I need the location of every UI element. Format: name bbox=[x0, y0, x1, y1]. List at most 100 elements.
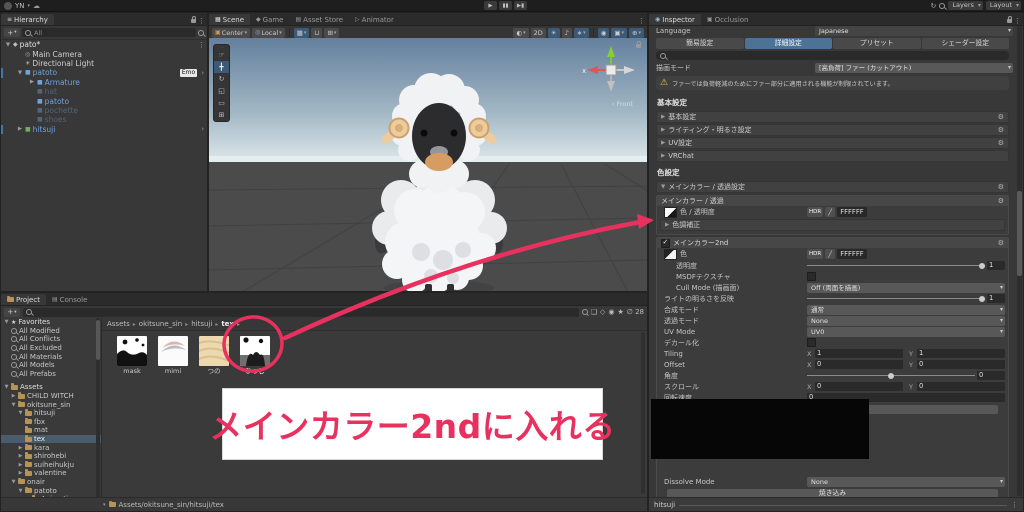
add-asset-button[interactable]: + ▾ bbox=[4, 307, 20, 317]
info-icon[interactable]: ◉ bbox=[608, 308, 614, 316]
camera-settings-button[interactable]: ▣ ▾ bbox=[611, 27, 628, 38]
gear-icon[interactable]: ⚙ bbox=[998, 183, 1004, 191]
breadcrumb-item[interactable]: hitsuji bbox=[191, 320, 212, 328]
alpha-value[interactable]: 1 bbox=[987, 261, 1005, 270]
tree-item[interactable]: fbx bbox=[1, 417, 101, 427]
tab-game[interactable]: ◆ Game bbox=[250, 14, 289, 25]
scene-audio-toggle[interactable]: ♪ bbox=[561, 27, 572, 38]
tab-animator[interactable]: ▷ Animator bbox=[349, 14, 400, 25]
msdf-checkbox[interactable] bbox=[807, 272, 816, 281]
account-avatar[interactable] bbox=[4, 1, 12, 10]
eyedropper-icon[interactable]: ╱ bbox=[825, 249, 836, 259]
caret-open-icon[interactable]: ▼ bbox=[17, 70, 23, 76]
layout-dropdown[interactable]: Layout bbox=[985, 1, 1021, 10]
tree-item-assets[interactable]: ▼ Assets bbox=[1, 383, 101, 392]
chevron-right-icon[interactable]: › bbox=[201, 69, 204, 77]
account-name[interactable]: YN bbox=[15, 2, 25, 10]
maincolor2nd-header[interactable]: メインカラー2nd ⚙ bbox=[657, 238, 1008, 248]
gear-icon[interactable]: ⚙ bbox=[998, 126, 1004, 134]
angle-value[interactable]: 0 bbox=[977, 371, 1005, 380]
rotate-tool[interactable]: ↻ bbox=[214, 73, 229, 85]
tab-presets[interactable]: プリセット bbox=[833, 38, 921, 49]
lock-icon[interactable] bbox=[636, 41, 641, 48]
offset-y-field[interactable]: 0 bbox=[917, 360, 1005, 369]
scale-tool[interactable]: ◱ bbox=[214, 85, 229, 97]
transform-tool[interactable]: ⊞ bbox=[214, 109, 229, 121]
tab-asset-store[interactable]: ▤ Asset Store bbox=[289, 14, 349, 25]
hierarchy-item-hat[interactable]: ■ hat bbox=[1, 87, 207, 96]
tool-settings-button[interactable]: ⊞ ▾ bbox=[324, 27, 340, 38]
kebab-menu-icon[interactable]: ⋮ bbox=[1014, 17, 1023, 25]
tab-detail-settings[interactable]: 詳細設定 bbox=[744, 38, 832, 49]
main2nd-texture-thumbnail[interactable] bbox=[664, 248, 677, 260]
kebab-menu-icon[interactable]: ⋮ bbox=[198, 17, 207, 25]
search-by-type-icon[interactable] bbox=[198, 29, 204, 36]
tree-item[interactable]: ▶ shirohebi bbox=[1, 452, 101, 461]
tree-item-tex-selected[interactable]: tex bbox=[1, 434, 101, 444]
gizmos-button[interactable]: ⊕ ▾ bbox=[629, 27, 644, 38]
lock-icon[interactable] bbox=[1007, 16, 1012, 23]
hierarchy-item-scene[interactable]: ▼ ◆ pato* ⋮ bbox=[1, 40, 207, 49]
caret-open-icon[interactable]: ▼ bbox=[5, 42, 11, 48]
tab-scene[interactable]: ▦ Scene bbox=[209, 14, 251, 25]
gear-icon[interactable]: ⚙ bbox=[998, 239, 1004, 247]
tree-favorites[interactable]: ▼ ★ Favorites bbox=[1, 318, 101, 327]
inspector-scrollbar[interactable] bbox=[1017, 26, 1022, 496]
maincolor-subheader[interactable]: メインカラー / 透過 ⚙ bbox=[657, 196, 1008, 206]
kebab-menu-icon[interactable]: ⋮ bbox=[196, 41, 207, 49]
scene-lighting-toggle[interactable]: ☀ bbox=[547, 27, 560, 38]
search-by-type-icon[interactable] bbox=[581, 309, 588, 315]
blend-mode-dropdown[interactable]: 通常 bbox=[807, 304, 1005, 315]
tab-hierarchy[interactable]: ≡ Hierarchy bbox=[1, 14, 54, 25]
collab-history-icon[interactable]: ↻ bbox=[931, 2, 937, 10]
tree-item[interactable]: ▼ okitsune_sin bbox=[1, 400, 101, 409]
caret-down-icon[interactable]: ▾ bbox=[103, 502, 106, 508]
grid-snap-button[interactable]: ▦ ▾ bbox=[293, 27, 310, 38]
package-icon[interactable]: ❑ bbox=[591, 308, 597, 316]
orientation-gizmo[interactable]: x bbox=[581, 40, 641, 100]
color-hex-field[interactable]: FFFFFF bbox=[837, 207, 867, 217]
uv-mode-dropdown[interactable]: UV0 bbox=[807, 326, 1005, 337]
chevron-right-icon[interactable]: › bbox=[201, 125, 204, 133]
step-button[interactable]: ▶▮ bbox=[514, 1, 527, 10]
breadcrumb-item[interactable]: Assets bbox=[107, 320, 130, 328]
hierarchy-search-input[interactable]: All bbox=[22, 28, 196, 37]
shading-mode-button[interactable]: ◐ ▾ bbox=[513, 27, 529, 38]
tree-item[interactable]: ▼ onair bbox=[1, 477, 101, 487]
tab-simple-settings[interactable]: 簡易設定 bbox=[656, 38, 744, 49]
tree-item[interactable]: All Materials bbox=[1, 352, 101, 361]
tiling-y-field[interactable]: 1 bbox=[917, 349, 1005, 358]
pause-button[interactable]: ▮▮ bbox=[499, 1, 512, 10]
kebab-menu-icon[interactable]: ⋮ bbox=[636, 17, 647, 25]
scene-viewport[interactable]: ⋯ ☞ ╋ ↻ ◱ ▭ ⊞ x ‹ Front bbox=[209, 38, 647, 291]
play-button[interactable]: ▶ bbox=[484, 1, 497, 10]
breadcrumb-item[interactable]: okitsune_sin bbox=[139, 320, 182, 328]
snap-increment-button[interactable]: ⊔ bbox=[311, 27, 323, 38]
gizmo-front-label[interactable]: ‹ Front bbox=[612, 100, 633, 108]
color-hex-field[interactable]: FFFFFF bbox=[837, 249, 867, 259]
caret-closed-icon[interactable]: ▶ bbox=[17, 126, 23, 132]
language-dropdown[interactable]: Japanese bbox=[815, 25, 1013, 36]
group-maincolor[interactable]: ▼ メインカラー / 透過設定 ⚙ bbox=[656, 181, 1009, 193]
asset-mask[interactable]: mask bbox=[116, 336, 148, 375]
2d-toggle[interactable]: 2D bbox=[530, 27, 546, 38]
group-lighting[interactable]: ▶ ライティング・明るさ設定 ⚙ bbox=[656, 124, 1009, 136]
tiling-x-field[interactable]: 1 bbox=[815, 349, 903, 358]
asset-hitsuji[interactable]: ひつじ bbox=[239, 336, 271, 375]
hierarchy-item-shoes[interactable]: ■ shoes bbox=[1, 115, 207, 124]
group-basic[interactable]: ▶ 基本設定 ⚙ bbox=[656, 111, 1009, 123]
tree-item[interactable]: ▶ CHILD WITCH bbox=[1, 392, 101, 401]
maincolor2nd-checkbox[interactable] bbox=[661, 238, 670, 248]
asset-mimi[interactable]: mimi bbox=[157, 336, 189, 375]
preview-drag-handle[interactable] bbox=[679, 504, 1007, 506]
lock-icon[interactable] bbox=[191, 16, 196, 23]
group-uv[interactable]: ▶ UV設定 ⚙ bbox=[656, 137, 1009, 149]
hierarchy-item-patoto-mesh[interactable]: ■ patoto bbox=[1, 96, 207, 106]
offset-x-field[interactable]: 0 bbox=[815, 360, 903, 369]
tab-console[interactable]: ▤ Console bbox=[46, 294, 93, 305]
scroll-y-field[interactable]: 0 bbox=[917, 382, 1005, 391]
layers-dropdown[interactable]: Layers bbox=[948, 1, 983, 10]
tree-item[interactable]: ▶ valentine bbox=[1, 469, 101, 478]
hierarchy-item-armature[interactable]: ▶ ■ Armature bbox=[1, 78, 207, 87]
tree-item[interactable]: ▼ patoto bbox=[1, 486, 101, 495]
